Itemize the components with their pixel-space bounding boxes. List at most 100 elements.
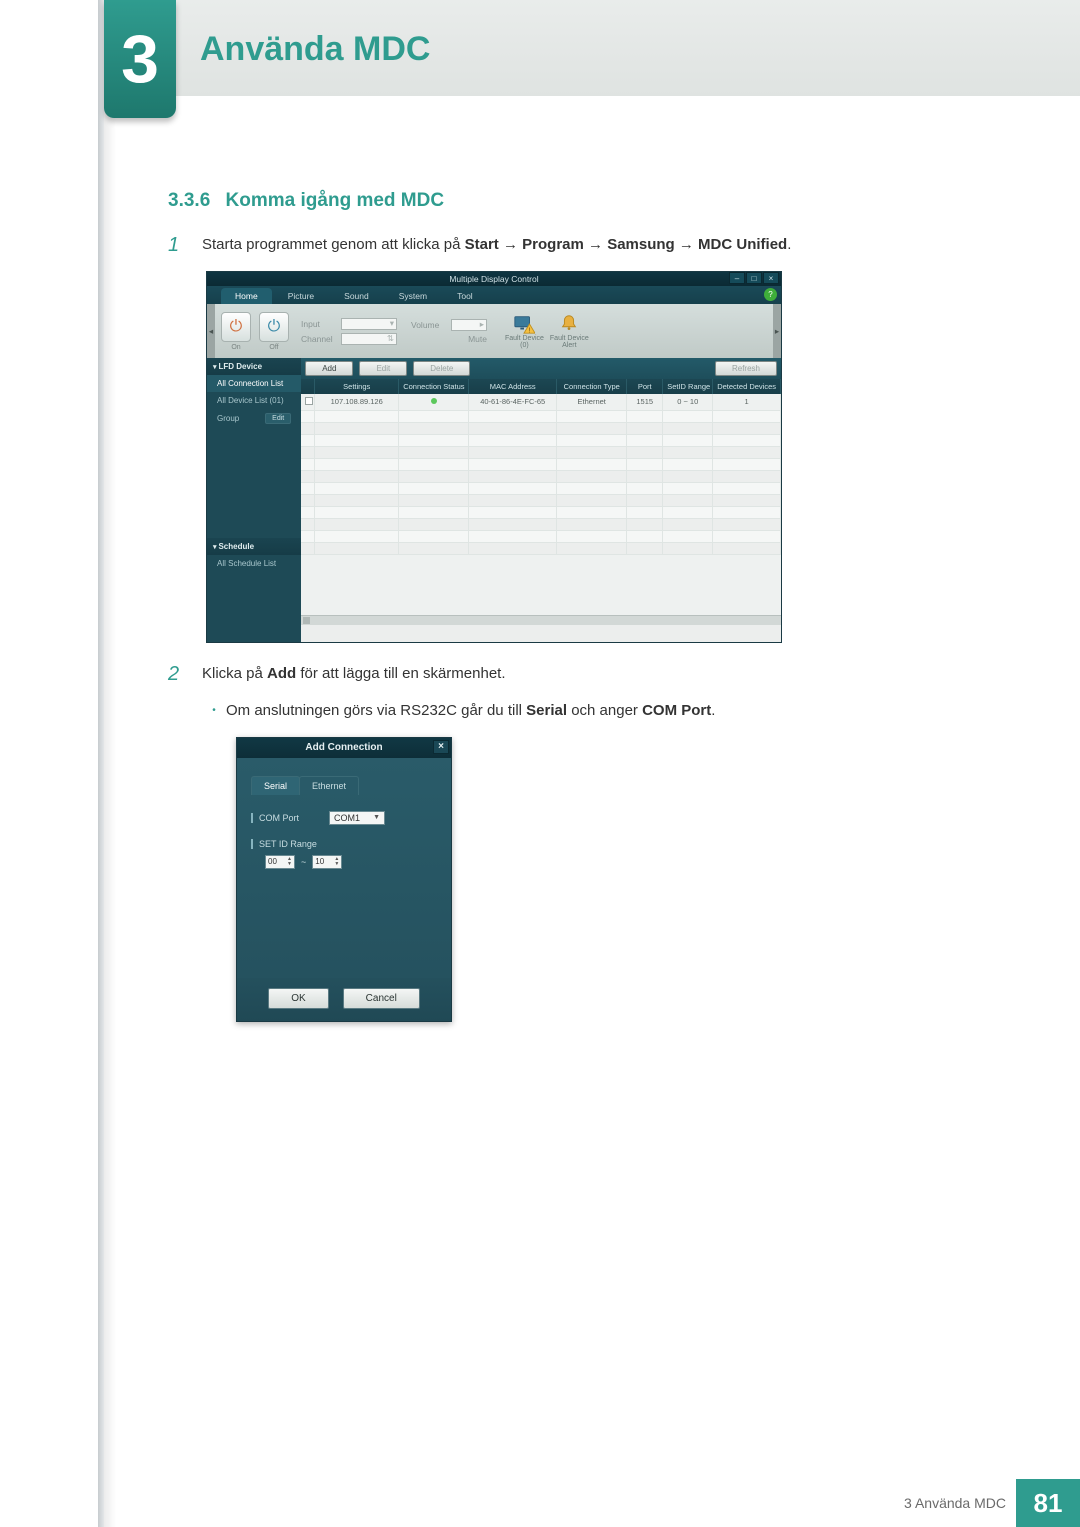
dialog-close-button[interactable]: × <box>433 740 449 754</box>
help-icon[interactable]: ? <box>764 288 777 301</box>
section-title: Komma igång med MDC <box>226 190 445 211</box>
mdc-window-buttons: – □ × <box>728 272 779 286</box>
power-on-group: ⏻ On <box>217 310 255 353</box>
section-heading: 3.3.6 Komma igång med MDC <box>168 190 968 212</box>
refresh-button[interactable]: Refresh <box>715 361 777 376</box>
power-off-group: ⏻ Off <box>255 310 293 353</box>
sidebar-all-device[interactable]: All Device List (01) <box>207 392 301 409</box>
mdc-button-row: Add Edit Delete Refresh <box>301 358 781 379</box>
volume-select[interactable]: ▸ <box>451 319 487 331</box>
binding-shadow <box>104 0 116 1527</box>
step-2-bullet: • Om anslutningen görs via RS232C går du… <box>202 700 968 723</box>
power-off-button[interactable]: ⏻ <box>259 312 289 342</box>
range-from-spinner[interactable]: 00 ▲▼ <box>265 855 295 869</box>
tab-tool[interactable]: Tool <box>443 288 487 304</box>
monitor-warning-icon: ! <box>513 313 535 335</box>
sidebar-group-edit-button[interactable]: Edit <box>265 413 291 424</box>
col-port: Port <box>627 379 663 394</box>
dialog-body: Serial Ethernet COM Port COM1▼ SET ID Ra… <box>237 758 451 978</box>
col-status: Connection Status <box>399 379 469 394</box>
svg-text:!: ! <box>529 325 531 334</box>
close-button[interactable]: × <box>763 272 779 284</box>
grid-filler <box>301 555 781 615</box>
footer-text: 3 Använda MDC <box>904 1495 1006 1511</box>
edit-button[interactable]: Edit <box>359 361 407 376</box>
row-ip: 107.108.89.126 <box>315 394 399 411</box>
sidebar-spacer-2 <box>207 572 301 642</box>
range-separator: ~ <box>301 857 306 867</box>
mdc-titlebar: Multiple Display Control – □ × <box>207 272 781 286</box>
tab-sound[interactable]: Sound <box>330 288 383 304</box>
tab-ethernet[interactable]: Ethernet <box>299 776 359 795</box>
comport-label: COM Port <box>259 813 329 823</box>
add-button[interactable]: Add <box>305 361 353 376</box>
step-1-number: 1 <box>168 234 202 257</box>
mute-label[interactable]: Mute <box>411 334 487 344</box>
row-ctype: Ethernet <box>557 394 627 411</box>
input-select[interactable]: ▾ <box>341 318 397 330</box>
volume-mute-group: Volume ▸ Mute <box>411 319 487 344</box>
input-channel-group: Input ▾ Channel ⇅ <box>301 318 397 345</box>
dialog-tabs: Serial Ethernet <box>251 776 437 795</box>
chapter-title: Använda MDC <box>200 30 430 69</box>
delete-button[interactable]: Delete <box>413 361 470 376</box>
range-to-spinner[interactable]: 10 ▲▼ <box>312 855 342 869</box>
horizontal-scrollbar[interactable] <box>301 615 781 625</box>
mdc-window-screenshot: Multiple Display Control – □ × Home Pict… <box>206 271 782 643</box>
row-port: 1515 <box>627 394 663 411</box>
step-1: 1 Starta programmet genom att klicka på … <box>168 234 968 257</box>
grid-header: Settings Connection Status MAC Address C… <box>301 379 781 394</box>
range-field: SET ID Range <box>251 839 437 849</box>
comport-field: COM Port COM1▼ <box>251 811 437 825</box>
row-mac: 40-61-86-4E-FC-65 <box>469 394 557 411</box>
bullet-icon: • <box>202 700 226 723</box>
grid-row-1[interactable]: 107.108.89.126 40-61-86-4E-FC-65 Etherne… <box>301 394 781 411</box>
chapter-badge: 3 <box>104 0 176 118</box>
power-on-label: On <box>231 344 240 351</box>
comport-select[interactable]: COM1▼ <box>329 811 385 825</box>
mdc-body: LFD Device All Connection List All Devic… <box>207 358 781 642</box>
tab-home[interactable]: Home <box>221 288 272 304</box>
page-number: 81 <box>1016 1479 1080 1527</box>
col-settings: Settings <box>315 379 399 394</box>
bell-warning-icon <box>558 313 580 335</box>
sidebar-schedule-header[interactable]: Schedule <box>207 538 301 555</box>
spinner-arrows-icon: ▲▼ <box>334 857 339 867</box>
volume-label: Volume <box>411 320 451 330</box>
dialog-button-row: OK Cancel <box>237 978 451 1021</box>
chevron-down-icon: ▼ <box>373 814 380 821</box>
tab-system[interactable]: System <box>385 288 441 304</box>
col-mac: MAC Address <box>469 379 557 394</box>
range-label: SET ID Range <box>259 839 329 849</box>
chapter-number: 3 <box>121 20 159 98</box>
maximize-button[interactable]: □ <box>746 272 762 284</box>
dialog-title: Add Connection <box>305 742 382 753</box>
sidebar-group[interactable]: Group Edit <box>207 409 301 428</box>
side-toggle-left[interactable]: ◂ <box>207 304 215 358</box>
fault-device-count[interactable]: ! Fault Device(0) <box>505 313 544 350</box>
tab-serial[interactable]: Serial <box>251 776 300 795</box>
power-icon: ⏻ <box>268 318 281 336</box>
tab-picture[interactable]: Picture <box>274 288 328 304</box>
sidebar-all-connection[interactable]: All Connection List <box>207 375 301 392</box>
sidebar-all-schedule[interactable]: All Schedule List <box>207 555 301 572</box>
channel-select[interactable]: ⇅ <box>341 333 397 345</box>
cancel-button[interactable]: Cancel <box>343 988 420 1009</box>
side-toggle-right[interactable]: ▸ <box>773 304 781 358</box>
row-range: 0 ~ 10 <box>663 394 713 411</box>
col-ctype: Connection Type <box>557 379 627 394</box>
power-off-label: Off <box>269 344 278 351</box>
ok-button[interactable]: OK <box>268 988 328 1009</box>
channel-label: Channel <box>301 334 341 344</box>
step-2-text: Klicka på Add för att lägga till en skär… <box>202 663 968 686</box>
mdc-sidebar: LFD Device All Connection List All Devic… <box>207 358 301 642</box>
row-detected: 1 <box>713 394 781 411</box>
minimize-button[interactable]: – <box>729 272 745 284</box>
sidebar-lfd-header[interactable]: LFD Device <box>207 358 301 375</box>
fault-device-alert[interactable]: Fault DeviceAlert <box>550 313 589 350</box>
sidebar-spacer <box>207 428 301 538</box>
page-footer: 3 Använda MDC 81 <box>104 1479 1080 1527</box>
power-on-button[interactable]: ⏻ <box>221 312 251 342</box>
input-label: Input <box>301 319 341 329</box>
row-checkbox[interactable] <box>305 397 313 405</box>
